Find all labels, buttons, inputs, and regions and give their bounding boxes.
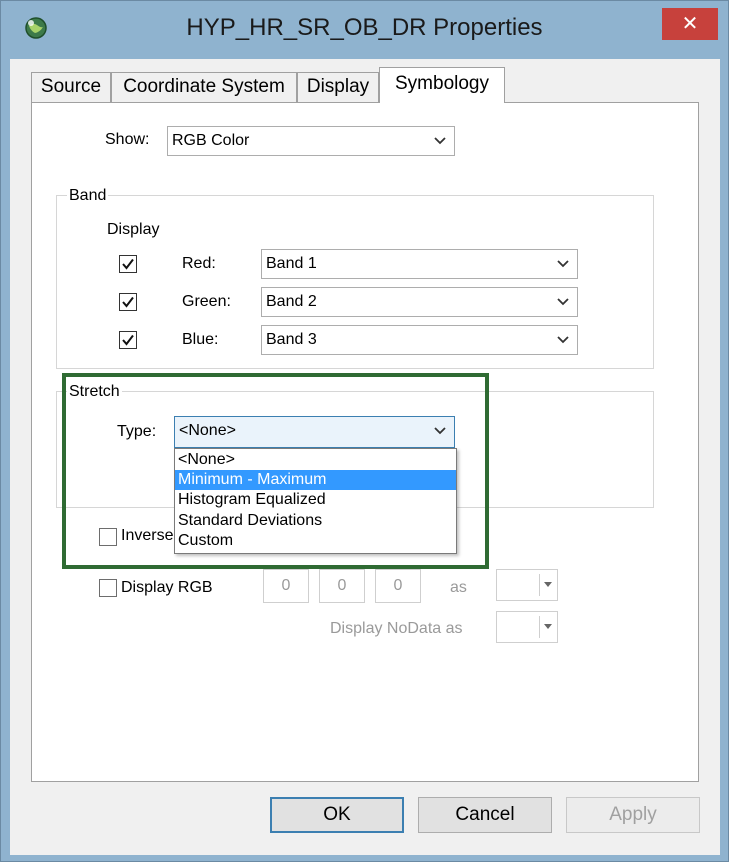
chevron-down-icon: [557, 336, 569, 344]
tab-coordinate-system[interactable]: Coordinate System: [111, 72, 297, 102]
red-band-checkbox[interactable]: [119, 255, 137, 273]
dialog-client: Source Coordinate System Display Symbolo…: [10, 59, 720, 855]
ok-button[interactable]: OK: [270, 797, 404, 833]
band-display-label: Display: [107, 221, 160, 238]
green-label: Green:: [182, 293, 231, 310]
rgb-red-value[interactable]: 0: [263, 569, 309, 603]
red-label: Red:: [182, 255, 216, 272]
tab-source[interactable]: Source: [31, 72, 111, 102]
combo-separator: [539, 574, 540, 596]
rgb-green-value[interactable]: 0: [319, 569, 365, 603]
blue-band-checkbox[interactable]: [119, 331, 137, 349]
nodata-color-picker[interactable]: [496, 611, 558, 643]
green-band-combo[interactable]: Band 2: [261, 287, 578, 317]
chevron-down-icon: [557, 298, 569, 306]
properties-window: HYP_HR_SR_OB_DR Properties ✕ Source Coor…: [0, 0, 729, 862]
checkmark-icon: [122, 334, 134, 346]
rgb-blue-value[interactable]: 0: [375, 569, 421, 603]
band-group-label: Band: [67, 187, 109, 205]
display-rgb-label: Display RGB: [121, 579, 213, 596]
show-label: Show:: [105, 131, 150, 148]
checkmark-icon: [122, 258, 134, 270]
checkmark-icon: [122, 296, 134, 308]
blue-band-combo[interactable]: Band 3: [261, 325, 578, 355]
display-rgb-checkbox[interactable]: [99, 579, 117, 597]
chevron-down-icon: [557, 260, 569, 268]
red-band-value: Band 1: [266, 255, 317, 272]
dropdown-arrow-icon: [544, 582, 552, 587]
blue-band-value: Band 3: [266, 331, 317, 348]
stretch-highlight-box: [62, 373, 489, 569]
blue-label: Blue:: [182, 331, 219, 348]
tab-symbology[interactable]: Symbology: [379, 67, 505, 103]
close-button[interactable]: ✕: [662, 8, 718, 40]
chevron-down-icon: [434, 137, 446, 145]
show-combo-value: RGB Color: [172, 132, 250, 149]
title-bar[interactable]: HYP_HR_SR_OB_DR Properties ✕: [1, 1, 728, 59]
show-combo[interactable]: RGB Color: [167, 126, 455, 156]
green-band-checkbox[interactable]: [119, 293, 137, 311]
green-band-value: Band 2: [266, 293, 317, 310]
tab-display[interactable]: Display: [297, 72, 379, 102]
nodata-label: Display NoData as: [330, 620, 463, 637]
window-title: HYP_HR_SR_OB_DR Properties: [186, 14, 543, 41]
red-band-combo[interactable]: Band 1: [261, 249, 578, 279]
close-icon: ✕: [681, 13, 699, 35]
dropdown-arrow-icon: [544, 624, 552, 629]
rgb-color-picker[interactable]: [496, 569, 558, 601]
cancel-button[interactable]: Cancel: [418, 797, 552, 833]
rgb-as-label: as: [450, 579, 467, 596]
combo-separator: [539, 616, 540, 638]
apply-button[interactable]: Apply: [566, 797, 700, 833]
symbology-panel: Show: RGB Color Band Display Red: Band 1…: [31, 102, 699, 782]
